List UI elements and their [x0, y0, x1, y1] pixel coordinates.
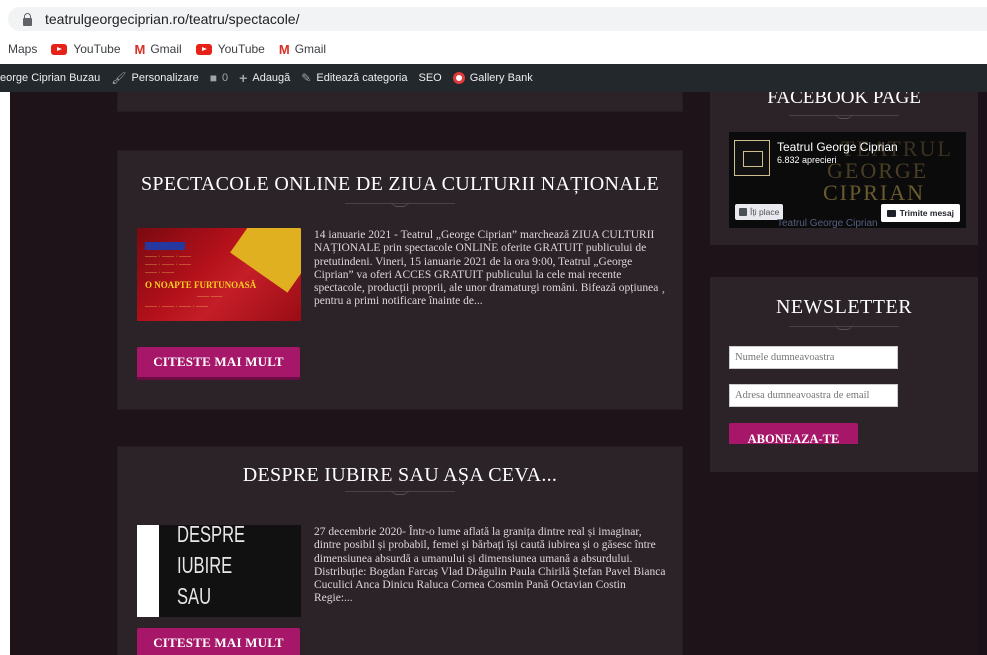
facebook-cover-text: CIPRIAN	[823, 180, 926, 205]
admin-add-new-label: Adaugă	[252, 72, 291, 84]
title-separator	[345, 488, 455, 496]
post-excerpt: 14 ianuarie 2021 - Teatrul „George Cipri…	[314, 229, 666, 308]
youtube-icon	[51, 43, 68, 55]
thumbnail-caption-line: —— ——	[197, 294, 223, 300]
admin-seo-label: SEO	[418, 72, 442, 84]
gallery-bank-icon	[452, 72, 465, 84]
post-card: DESPRE IUBIRE SAU AȘA CEVA... DESPRE IUB…	[118, 447, 682, 655]
newsletter-email-input[interactable]	[729, 384, 898, 407]
gmail-icon: M	[134, 41, 146, 57]
facebook-message-label: Trimite mesaj	[899, 208, 954, 218]
thumbnail-blue-bar	[145, 242, 185, 250]
admin-customize[interactable]: 🖌 Personalizare	[111, 71, 199, 85]
post-title[interactable]: DESPRE IUBIRE SAU AȘA CEVA...	[118, 464, 682, 487]
title-separator	[789, 323, 899, 331]
thumbnail-caption-line: —— · —— · ——	[145, 254, 191, 260]
youtube-icon	[195, 43, 212, 55]
bookmark-gmail-2-label: Gmail	[294, 42, 327, 56]
facebook-icon	[739, 208, 747, 216]
admin-comments[interactable]: ■ 0	[210, 71, 228, 85]
post-thumbnail[interactable]: DESPRE IUBIRE SAU	[137, 525, 301, 617]
brush-icon: 🖌	[111, 71, 127, 85]
bookmark-youtube-2[interactable]: YouTube	[195, 42, 265, 56]
thumbnail-white-wedge	[137, 525, 159, 617]
site-content: SPECTACOLE ONLINE DE ZIUA CULTURII NAȚIO…	[0, 92, 987, 655]
pencil-icon: ✎	[301, 71, 312, 85]
post-card: SPECTACOLE ONLINE DE ZIUA CULTURII NAȚIO…	[118, 151, 682, 409]
subscribe-button[interactable]: ABONEAZA-TE	[729, 423, 858, 444]
thumbnail-line: IUBIRE	[177, 552, 233, 578]
admin-site-name[interactable]: eorge Ciprian Buzau	[0, 72, 100, 84]
bookmark-gmail[interactable]: M Gmail	[135, 42, 182, 57]
admin-customize-label: Personalizare	[131, 72, 199, 84]
bookmark-youtube[interactable]: YouTube	[51, 42, 121, 56]
admin-site-name-label: eorge Ciprian Buzau	[0, 72, 101, 84]
facebook-post-preview: Teatrul George Ciprian	[777, 218, 878, 228]
lock-icon[interactable]	[22, 12, 33, 26]
bookmark-gmail-2[interactable]: M Gmail	[279, 42, 326, 57]
facebook-like-label: Îți place	[750, 207, 780, 217]
post-excerpt: 27 decembrie 2020- Într-o lume aflată la…	[314, 526, 666, 605]
title-separator	[345, 200, 455, 208]
left-gutter	[0, 92, 10, 655]
facebook-cover-text: GEORGE	[827, 158, 929, 183]
thumbnail-title: O NOAPTE FURTUNOASĂ	[145, 280, 257, 290]
admin-add-new[interactable]: + Adaugă	[239, 70, 290, 86]
widget-title: NEWSLETTER	[775, 296, 913, 318]
facebook-page-avatar[interactable]	[734, 140, 770, 176]
title-separator	[789, 112, 899, 120]
facebook-page-plugin[interactable]: TEATRUL GEORGE CIPRIAN Teatrul George Ci…	[729, 132, 966, 228]
thumbnail-title: DESPRE IUBIRE SAU	[177, 525, 245, 612]
admin-gallery-bank-label: Gallery Bank	[469, 72, 533, 84]
thumbnail-caption-line: —— · —— · —— · ——	[145, 304, 208, 310]
subscribe-button-label: ABONEAZA-TE	[747, 432, 840, 444]
post-thumbnail[interactable]: —— · —— · —— —— · —— · —— —— · —— O NOAP…	[137, 228, 301, 321]
widget-title: FACEBOOK PAGE	[767, 92, 921, 108]
bookmark-youtube-label: YouTube	[73, 42, 121, 56]
bookmark-maps[interactable]: Maps	[8, 42, 37, 56]
bookmark-youtube-2-label: YouTube	[217, 42, 265, 56]
admin-edit-category-label: Editează categoria	[316, 72, 408, 84]
admin-gallery-bank[interactable]: Gallery Bank	[452, 72, 533, 84]
url-text[interactable]: teatrulgeorgeciprian.ro/teatru/spectacol…	[45, 11, 299, 27]
newsletter-widget: NEWSLETTER ABONEAZA-TE	[710, 277, 978, 472]
thumbnail-line: DESPRE	[177, 525, 246, 547]
browser-address-bar: teatrulgeorgeciprian.ro/teatru/spectacol…	[0, 0, 987, 34]
admin-seo[interactable]: SEO	[418, 72, 441, 84]
thumbnail-caption-line: —— · —— · ——	[145, 262, 191, 268]
admin-edit-category[interactable]: ✎ Editează categoria	[301, 71, 407, 85]
previous-post-card	[118, 92, 682, 111]
newsletter-name-input[interactable]	[729, 346, 898, 369]
facebook-widget: FACEBOOK PAGE TEATRUL GEORGE CIPRIAN Tea…	[710, 92, 978, 245]
thumbnail-caption-line: —— · ——	[145, 270, 174, 276]
facebook-likes-count: 6.832 aprecieri	[777, 155, 837, 165]
thumbnail-line: SAU	[177, 583, 212, 609]
post-title[interactable]: SPECTACOLE ONLINE DE ZIUA CULTURII NAȚIO…	[118, 173, 682, 196]
gmail-icon: M	[278, 41, 290, 57]
read-more-button[interactable]: CITESTE MAI MULT	[137, 347, 300, 380]
url-field[interactable]: teatrulgeorgeciprian.ro/teatru/spectacol…	[8, 7, 987, 31]
bookmark-maps-label: Maps	[8, 42, 38, 56]
message-icon	[886, 209, 896, 217]
comment-icon: ■	[209, 71, 218, 85]
admin-comments-count: 0	[222, 72, 229, 84]
facebook-message-button[interactable]: Trimite mesaj	[880, 204, 960, 222]
wp-admin-bar: eorge Ciprian Buzau 🖌 Personalizare ■ 0 …	[0, 64, 987, 92]
facebook-page-name[interactable]: Teatrul George Ciprian	[777, 140, 898, 154]
read-more-button[interactable]: CITESTE MAI MULT	[137, 628, 300, 655]
bookmark-gmail-label: Gmail	[150, 42, 182, 56]
bookmarks-bar: Maps YouTube M Gmail YouTube M Gmail	[0, 34, 987, 64]
plus-icon: +	[239, 70, 248, 86]
